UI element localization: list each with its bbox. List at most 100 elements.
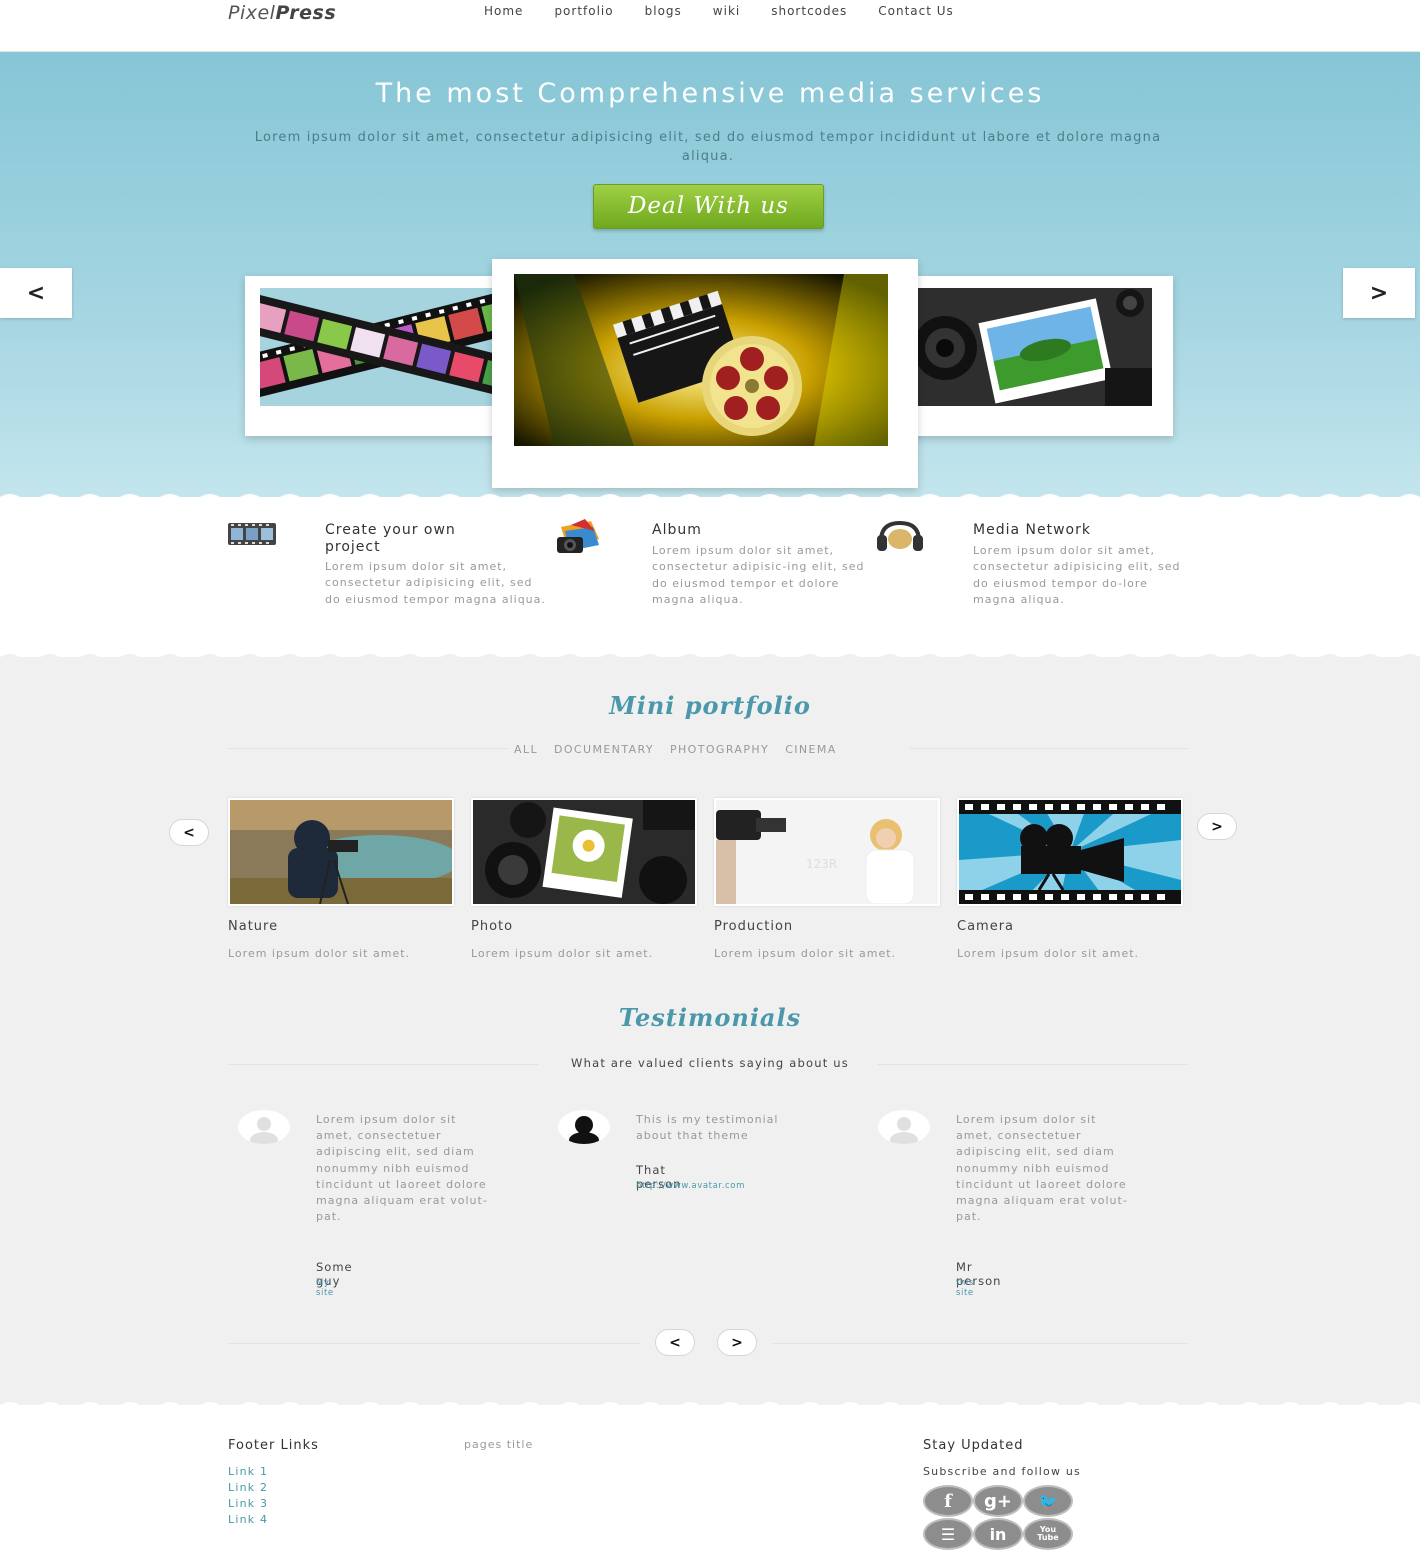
testimonial-site-link[interactable]: http://www.avatar.com bbox=[636, 1181, 745, 1191]
footer-link-1[interactable]: Link 1 bbox=[228, 1465, 268, 1478]
filter-cinema[interactable]: CINEMA bbox=[785, 743, 837, 756]
filter-photography[interactable]: PHOTOGRAPHY bbox=[670, 743, 769, 756]
nav-contact[interactable]: Contact Us bbox=[878, 4, 954, 18]
youtube-icon[interactable]: You Tube bbox=[1023, 1518, 1073, 1550]
portfolio-item-desc: Lorem ipsum dolor sit amet. bbox=[957, 947, 1140, 960]
chevron-right-icon: > bbox=[731, 1334, 743, 1351]
production-thumbnail: 123R bbox=[714, 798, 940, 906]
avatar bbox=[878, 1110, 930, 1144]
feature-text: Lorem ipsum dolor sit amet, consectetur … bbox=[325, 560, 546, 606]
logo-bold-text: Press bbox=[275, 2, 337, 24]
linkedin-icon[interactable]: in bbox=[973, 1518, 1023, 1550]
nav-portfolio[interactable]: portfolio bbox=[554, 4, 613, 18]
feature-text: Lorem ipsum dolor sit amet, consectetur … bbox=[652, 544, 865, 607]
chevron-left-icon: < bbox=[183, 824, 195, 841]
testimonial-quote: Lorem ipsum dolor sit amet, consectetuer… bbox=[316, 1113, 488, 1224]
photo-album-icon bbox=[555, 519, 605, 555]
hero-subtitle: Lorem ipsum dolor sit amet, consectetur … bbox=[254, 130, 1162, 164]
portfolio-title: Mini portfolio bbox=[609, 691, 811, 720]
svg-text:123R: 123R bbox=[806, 857, 837, 871]
youtube-glyph: You Tube bbox=[1037, 1525, 1059, 1542]
linkedin-glyph: in bbox=[989, 1524, 1007, 1544]
filter-all[interactable]: ALL bbox=[514, 743, 538, 756]
testimonial-quote: Lorem ipsum dolor sit amet, consectetuer… bbox=[956, 1113, 1128, 1224]
site-header: PixelPress Home portfolio blogs wiki sho… bbox=[0, 0, 1420, 52]
footer-links-title: Footer Links bbox=[228, 1438, 319, 1453]
nature-thumbnail bbox=[228, 798, 454, 906]
slider-next-button[interactable]: > bbox=[1343, 268, 1415, 318]
slide-center[interactable] bbox=[492, 259, 918, 488]
nav-home[interactable]: Home bbox=[484, 4, 523, 18]
cameras-photo-image bbox=[905, 288, 1152, 406]
twitter-glyph: 🐦 bbox=[1038, 1491, 1058, 1511]
facebook-icon[interactable]: f bbox=[923, 1485, 973, 1517]
feature-text: Lorem ipsum dolor sit amet, consectetur … bbox=[973, 544, 1181, 607]
testimonials-subtitle: What are valued clients saying about us bbox=[571, 1056, 849, 1070]
portfolio-item-desc: Lorem ipsum dolor sit amet. bbox=[228, 947, 411, 960]
main-nav: Home portfolio blogs wiki shortcodes Con… bbox=[484, 4, 985, 18]
logo[interactable]: PixelPress bbox=[228, 2, 336, 24]
hero-section: The most Comprehensive media services Lo… bbox=[0, 52, 1420, 497]
portfolio-item-desc: Lorem ipsum dolor sit amet. bbox=[471, 947, 654, 960]
divider bbox=[228, 1343, 640, 1344]
portfolio-item-desc: Lorem ipsum dolor sit amet. bbox=[714, 947, 897, 960]
google-plus-icon[interactable]: g+ bbox=[973, 1485, 1023, 1517]
rss-glyph: ☰ bbox=[940, 1524, 956, 1544]
footer-link-4[interactable]: Link 4 bbox=[228, 1513, 268, 1526]
logo-light-text: Pixel bbox=[228, 2, 276, 24]
filter-documentary[interactable]: DOCUMENTARY bbox=[554, 743, 654, 756]
rss-icon[interactable]: ☰ bbox=[923, 1518, 973, 1550]
feature-title: Album bbox=[652, 522, 702, 538]
nav-blogs[interactable]: blogs bbox=[645, 4, 682, 18]
chevron-right-icon: > bbox=[1369, 280, 1389, 306]
features-section: Create your own project Lorem ipsum dolo… bbox=[0, 497, 1420, 657]
site-footer: Footer Links pages title Link 1 Link 2 L… bbox=[0, 1405, 1420, 1560]
film-strip-flowers-image bbox=[260, 288, 505, 406]
portfolio-filters: ALL DOCUMENTARY PHOTOGRAPHY CINEMA bbox=[514, 743, 853, 756]
film-clapper-reel-image bbox=[514, 274, 888, 446]
nav-shortcodes[interactable]: shortcodes bbox=[771, 4, 847, 18]
chevron-left-icon: < bbox=[26, 280, 46, 306]
grey-top-wave bbox=[0, 654, 1420, 663]
portfolio-item-title: Production bbox=[714, 919, 794, 934]
photo-thumbnail bbox=[471, 798, 697, 906]
stay-updated-title: Stay Updated bbox=[923, 1438, 1024, 1453]
footer-link-2[interactable]: Link 2 bbox=[228, 1481, 268, 1494]
divider bbox=[228, 748, 508, 749]
nav-wiki[interactable]: wiki bbox=[713, 4, 740, 18]
facebook-glyph: f bbox=[944, 1490, 952, 1512]
portfolio-next-button[interactable]: > bbox=[1197, 813, 1237, 840]
portfolio-item-title: Photo bbox=[471, 919, 514, 934]
testimonials-title: Testimonials bbox=[618, 1003, 802, 1032]
testimonial-site-link[interactable]: this site bbox=[956, 1278, 974, 1298]
divider bbox=[910, 748, 1188, 749]
testimonials-prev-button[interactable]: < bbox=[655, 1329, 695, 1356]
divider bbox=[772, 1343, 1188, 1344]
feature-title: Media Network bbox=[973, 522, 1091, 538]
slide-right[interactable] bbox=[905, 276, 1173, 436]
subscribe-text: Subscribe and follow us bbox=[923, 1465, 1081, 1478]
slide-left[interactable] bbox=[245, 276, 505, 436]
testimonial-site-link[interactable]: My site bbox=[316, 1278, 334, 1298]
google-plus-glyph: g+ bbox=[984, 1490, 1012, 1512]
hero-title: The most Comprehensive media services bbox=[375, 78, 1045, 109]
portfolio-prev-button[interactable]: < bbox=[169, 819, 209, 846]
portfolio-item-title: Camera bbox=[957, 919, 1015, 934]
portfolio-item-title: Nature bbox=[228, 919, 279, 934]
testimonials-next-button[interactable]: > bbox=[717, 1329, 757, 1356]
deal-with-us-button[interactable]: Deal With us bbox=[593, 184, 824, 229]
slider-prev-button[interactable]: < bbox=[0, 268, 72, 318]
camera-thumbnail bbox=[957, 798, 1183, 906]
feature-title: Create your own project bbox=[325, 522, 456, 555]
avatar bbox=[238, 1110, 290, 1144]
footer-pages-title: pages title bbox=[464, 1438, 534, 1451]
film-strip-icon bbox=[228, 519, 278, 555]
avatar bbox=[558, 1110, 610, 1144]
testimonial-quote: This is my testimonial about that theme bbox=[636, 1113, 779, 1143]
footer-link-3[interactable]: Link 3 bbox=[228, 1497, 268, 1510]
portfolio-testimonials-section: Mini portfolio ALL DOCUMENTARY PHOTOGRAP… bbox=[0, 654, 1420, 1405]
chevron-left-icon: < bbox=[669, 1334, 681, 1351]
headphones-icon bbox=[875, 519, 925, 555]
twitter-icon[interactable]: 🐦 bbox=[1023, 1485, 1073, 1517]
chevron-right-icon: > bbox=[1211, 818, 1223, 835]
